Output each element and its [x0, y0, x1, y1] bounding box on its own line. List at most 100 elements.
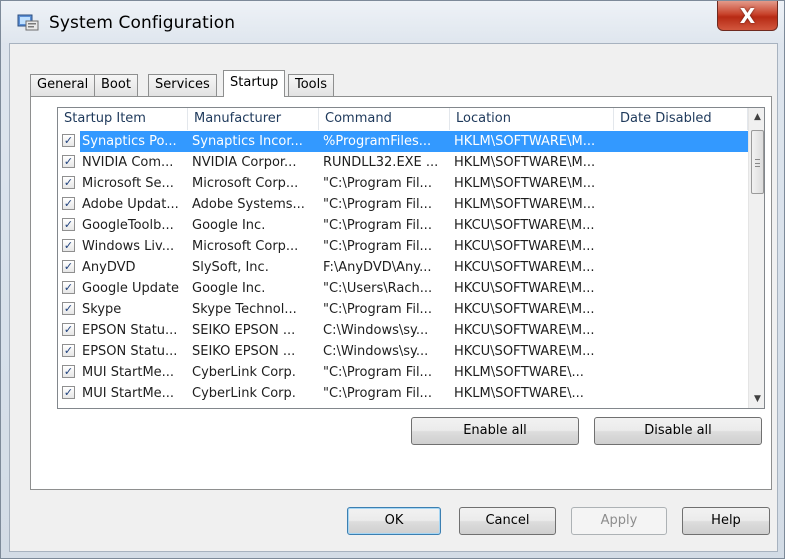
cell-manufacturer: Adobe Systems...	[192, 197, 305, 212]
cell-location: HKLM\SOFTWARE\M...	[454, 134, 596, 149]
cell-command: C:\Windows\sy...	[323, 323, 429, 338]
table-row[interactable]: ✓ GoogleToolb... Google Inc. "C:\Program Fi…	[58, 215, 748, 236]
cell-location: HKCU\SOFTWARE\M...	[454, 239, 595, 254]
cell-startup-item: GoogleToolb...	[82, 218, 174, 233]
column-manufacturer[interactable]: Manufacturer	[188, 108, 319, 130]
enable-checkbox[interactable]: ✓	[62, 218, 75, 231]
enable-all-button[interactable]: Enable all	[411, 417, 579, 445]
cell-manufacturer: NVIDIA Corpor...	[192, 155, 297, 170]
grip-icon	[755, 159, 760, 167]
cell-startup-item: AnyDVD	[82, 260, 136, 275]
cell-location: HKCU\SOFTWARE\M...	[454, 323, 595, 338]
table-row[interactable]: ✓ MUI StartMe... CyberLink Corp. "C:\Progra…	[58, 383, 748, 404]
startup-list[interactable]: Startup Item Manufacturer Command Locati…	[57, 107, 765, 409]
cell-date-disabled	[618, 215, 746, 236]
tab-tools[interactable]: Tools	[288, 74, 335, 96]
cell-command: "C:\Program Fil...	[323, 218, 432, 233]
cell-command: "C:\Program Fil...	[323, 197, 432, 212]
enable-checkbox[interactable]: ✓	[62, 197, 75, 210]
enable-checkbox[interactable]: ✓	[62, 260, 75, 273]
cell-startup-item: Adobe Updat...	[82, 197, 179, 212]
enable-checkbox[interactable]: ✓	[62, 386, 75, 399]
cell-manufacturer: Microsoft Corp...	[192, 239, 299, 254]
enable-checkbox[interactable]: ✓	[62, 155, 75, 168]
tab-startup[interactable]: Startup	[223, 70, 286, 97]
cell-manufacturer: Google Inc.	[192, 218, 266, 233]
cell-command: "C:\Program Fil...	[323, 239, 432, 254]
enable-checkbox[interactable]: ✓	[62, 176, 75, 189]
scroll-thumb[interactable]	[751, 130, 764, 194]
cell-command: RUNDLL32.EXE ...	[323, 155, 439, 170]
cell-date-disabled	[618, 152, 746, 173]
cell-location: HKLM\SOFTWARE\M...	[454, 197, 596, 212]
cell-startup-item: Skype	[82, 302, 122, 317]
close-icon: X	[739, 3, 756, 28]
cell-startup-item: MUI StartMe...	[82, 386, 175, 401]
cell-command: "C:\Users\Rach...	[323, 281, 433, 296]
close-button[interactable]: X	[717, 1, 778, 31]
cell-date-disabled	[618, 131, 746, 152]
cell-location: HKCU\SOFTWARE\M...	[454, 260, 595, 275]
cell-date-disabled	[618, 278, 746, 299]
cell-command: "C:\Program Fil...	[323, 386, 432, 401]
cell-location: HKLM\SOFTWARE\M...	[454, 176, 596, 191]
enable-checkbox[interactable]: ✓	[62, 134, 75, 147]
table-row[interactable]: ✓ Skype Skype Technol... "C:\Program Fil...…	[58, 299, 748, 320]
cell-date-disabled	[618, 362, 746, 383]
table-row[interactable]: ✓ EPSON Statu... SEIKO EPSON ... C:\Windows…	[58, 341, 748, 362]
scroll-up-icon[interactable]: ▲	[749, 109, 764, 126]
disable-all-button[interactable]: Disable all	[594, 417, 762, 445]
title-bar[interactable]: System Configuration X	[1, 1, 784, 43]
cell-date-disabled	[618, 257, 746, 278]
enable-checkbox[interactable]: ✓	[62, 281, 75, 294]
cell-command: %ProgramFiles...	[323, 134, 432, 149]
cell-command: C:\Windows\sy...	[323, 344, 429, 359]
cell-date-disabled	[618, 194, 746, 215]
cell-startup-item: Microsoft Se...	[82, 176, 174, 191]
cell-location: HKLM\SOFTWARE\...	[454, 386, 584, 401]
cell-startup-item: EPSON Statu...	[82, 344, 178, 359]
enable-checkbox[interactable]: ✓	[62, 239, 75, 252]
cell-manufacturer: SlySoft, Inc.	[192, 260, 269, 275]
cell-location: HKCU\SOFTWARE\M...	[454, 218, 595, 233]
cell-date-disabled	[618, 383, 746, 404]
help-button[interactable]: Help	[682, 507, 770, 535]
tab-services[interactable]: Services	[148, 74, 217, 96]
table-row[interactable]: ✓ Microsoft Se... Microsoft Corp... "C:\Pro…	[58, 173, 748, 194]
cell-date-disabled	[618, 299, 746, 320]
cell-startup-item: Synaptics Po...	[82, 134, 177, 149]
table-row[interactable]: ✓ AnyDVD SlySoft, Inc. F:\AnyDVD\Any... HKCU…	[58, 257, 748, 278]
msconfig-icon	[17, 14, 39, 31]
cell-manufacturer: SEIKO EPSON ...	[192, 344, 296, 359]
tab-boot[interactable]: Boot	[94, 74, 138, 96]
apply-button[interactable]: Apply	[571, 507, 667, 535]
cell-date-disabled	[618, 341, 746, 362]
column-date-disabled[interactable]: Date Disabled	[614, 108, 748, 130]
table-row[interactable]: ✓ NVIDIA Com... NVIDIA Corpor... RUNDLL32.E…	[58, 152, 748, 173]
dialog-client-area: General Boot Services Startup Tools Star…	[9, 43, 778, 552]
cell-manufacturer: Microsoft Corp...	[192, 176, 299, 191]
cell-location: HKCU\SOFTWARE\M...	[454, 281, 595, 296]
cell-startup-item: EPSON Statu...	[82, 323, 178, 338]
ok-button[interactable]: OK	[347, 507, 441, 535]
enable-checkbox[interactable]: ✓	[62, 344, 75, 357]
vertical-scrollbar[interactable]: ▲ ▼	[748, 108, 764, 408]
tab-general[interactable]: General	[30, 74, 96, 96]
cell-date-disabled	[618, 173, 746, 194]
scroll-down-icon[interactable]: ▼	[749, 391, 764, 408]
cell-location: HKLM\SOFTWARE\M...	[454, 155, 596, 170]
enable-checkbox[interactable]: ✓	[62, 365, 75, 378]
cancel-button[interactable]: Cancel	[459, 507, 556, 535]
enable-checkbox[interactable]: ✓	[62, 302, 75, 315]
window-title: System Configuration	[49, 13, 236, 33]
table-row[interactable]: ✓ Google Update Google Inc. "C:\Users\Rach.…	[58, 278, 748, 299]
column-location[interactable]: Location	[450, 108, 614, 130]
table-row[interactable]: ✓ EPSON Statu... SEIKO EPSON ... C:\Windows…	[58, 320, 748, 341]
column-command[interactable]: Command	[319, 108, 450, 130]
enable-checkbox[interactable]: ✓	[62, 323, 75, 336]
column-startup-item[interactable]: Startup Item	[58, 108, 188, 130]
table-row[interactable]: ✓ MUI StartMe... CyberLink Corp. "C:\Progra…	[58, 362, 748, 383]
table-row[interactable]: ✓ Windows Liv... Microsoft Corp... "C:\Prog…	[58, 236, 748, 257]
table-row[interactable]: ✓ Synaptics Po... Synaptics Incor... %Progr…	[58, 131, 748, 152]
table-row[interactable]: ✓ Adobe Updat... Adobe Systems... "C:\Progr…	[58, 194, 748, 215]
